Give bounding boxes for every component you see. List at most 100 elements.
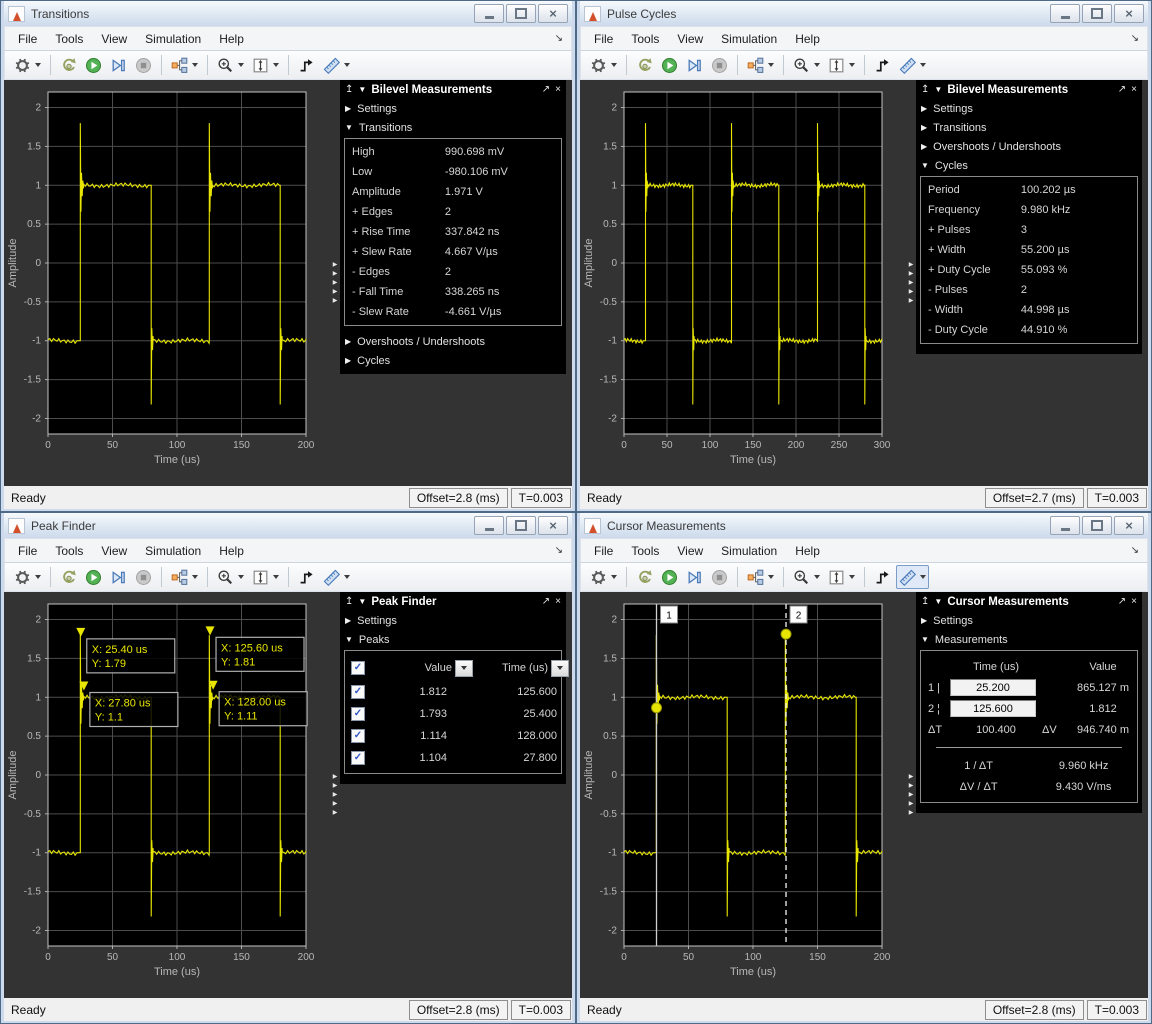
pin-icon[interactable]: ↥ [345, 596, 353, 607]
menu-view[interactable]: View [92, 30, 136, 48]
trigger-button[interactable] [295, 565, 318, 589]
panel-section-overshoots-undershoots[interactable]: ▶Overshoots / Undershoots [340, 332, 566, 351]
panel-splitter[interactable]: ▶▶▶▶▶ [906, 592, 916, 998]
title-bar[interactable]: Peak Finder× [4, 513, 572, 538]
minimize-button[interactable] [474, 4, 504, 23]
menu-help[interactable]: Help [786, 542, 829, 560]
close-button[interactable]: × [538, 4, 568, 23]
measurements-button[interactable] [896, 565, 929, 589]
menu-overflow-icon[interactable]: ↘ [1131, 545, 1143, 556]
panel-section-transitions[interactable]: ▼Transitions [340, 118, 566, 137]
panel-section-transitions[interactable]: ▶Transitions [916, 118, 1142, 137]
menu-view[interactable]: View [668, 30, 712, 48]
menu-view[interactable]: View [92, 542, 136, 560]
step-back-button[interactable] [633, 565, 656, 589]
cursor-time-input[interactable] [950, 679, 1036, 696]
panel-close-icon[interactable]: × [555, 596, 561, 607]
restore-button[interactable] [506, 516, 536, 535]
measurements-button[interactable] [896, 53, 929, 77]
title-bar[interactable]: Transitions× [4, 1, 572, 26]
dropdown-caret-icon[interactable] [344, 575, 350, 579]
step-forward-button[interactable] [107, 53, 130, 77]
dropdown-caret-icon[interactable] [849, 63, 855, 67]
panel-header[interactable]: ↥▼Cursor Measurements↗× [916, 592, 1142, 611]
title-bar[interactable]: Pulse Cycles× [580, 1, 1148, 26]
dropdown-caret-icon[interactable] [35, 63, 41, 67]
menu-simulation[interactable]: Simulation [712, 30, 786, 48]
menu-file[interactable]: File [9, 542, 46, 560]
simulink-button[interactable] [168, 53, 201, 77]
dropdown-caret-icon[interactable] [920, 575, 926, 579]
minimize-button[interactable] [1050, 516, 1080, 535]
menu-tools[interactable]: Tools [46, 30, 92, 48]
dropdown-caret-icon[interactable] [611, 63, 617, 67]
panel-close-icon[interactable]: × [555, 84, 561, 95]
simulink-button[interactable] [168, 565, 201, 589]
pin-icon[interactable]: ↥ [921, 596, 929, 607]
panel-section-settings[interactable]: ▶Settings [340, 611, 566, 630]
zoom-in-button[interactable] [214, 565, 247, 589]
zoom-in-button[interactable] [790, 565, 823, 589]
minimize-button[interactable] [474, 516, 504, 535]
stop-button[interactable] [132, 565, 155, 589]
panel-header[interactable]: ↥▼Bilevel Measurements↗× [916, 80, 1142, 99]
panel-collapse-icon[interactable]: ▼ [934, 597, 942, 606]
peak-checkbox[interactable]: ✓ [351, 751, 365, 765]
close-button[interactable]: × [1114, 516, 1144, 535]
dropdown-caret-icon[interactable] [814, 63, 820, 67]
dropdown-caret-icon[interactable] [768, 575, 774, 579]
panel-header[interactable]: ↥▼Peak Finder↗× [340, 592, 566, 611]
panel-section-settings[interactable]: ▶Settings [916, 99, 1142, 118]
undock-icon[interactable]: ↗ [1118, 596, 1126, 607]
stop-button[interactable] [132, 53, 155, 77]
restore-button[interactable] [1082, 4, 1112, 23]
peak-checkbox[interactable]: ✓ [351, 685, 365, 699]
menu-tools[interactable]: Tools [622, 30, 668, 48]
fit-view-button[interactable] [249, 53, 282, 77]
dropdown-caret-icon[interactable] [238, 575, 244, 579]
settings-button[interactable] [587, 565, 620, 589]
simulink-button[interactable] [744, 53, 777, 77]
undock-icon[interactable]: ↗ [542, 84, 550, 95]
trigger-button[interactable] [295, 53, 318, 77]
close-button[interactable]: × [1114, 4, 1144, 23]
step-back-button[interactable] [633, 53, 656, 77]
dropdown-caret-icon[interactable] [920, 63, 926, 67]
menu-file[interactable]: File [585, 30, 622, 48]
undock-icon[interactable]: ↗ [542, 596, 550, 607]
undock-icon[interactable]: ↗ [1118, 84, 1126, 95]
play-button[interactable] [82, 53, 105, 77]
dropdown-caret-icon[interactable] [611, 575, 617, 579]
cursor-marker-2[interactable] [781, 629, 791, 639]
fit-view-button[interactable] [825, 565, 858, 589]
dropdown-caret-icon[interactable] [814, 575, 820, 579]
zoom-in-button[interactable] [790, 53, 823, 77]
title-bar[interactable]: Cursor Measurements× [580, 513, 1148, 538]
step-back-button[interactable] [57, 53, 80, 77]
fit-view-button[interactable] [249, 565, 282, 589]
panel-splitter[interactable]: ▶▶▶▶▶ [330, 592, 340, 998]
menu-overflow-icon[interactable]: ↘ [555, 33, 567, 44]
panel-splitter[interactable]: ▶▶▶▶▶ [906, 80, 916, 486]
dropdown-caret-icon[interactable] [192, 575, 198, 579]
select-all-checkbox[interactable]: ✓ [351, 661, 365, 675]
step-forward-button[interactable] [107, 565, 130, 589]
panel-section-cycles[interactable]: ▶Cycles [340, 351, 566, 370]
menu-tools[interactable]: Tools [46, 542, 92, 560]
pin-icon[interactable]: ↥ [345, 84, 353, 95]
stop-button[interactable] [708, 53, 731, 77]
step-back-button[interactable] [57, 565, 80, 589]
panel-close-icon[interactable]: × [1131, 596, 1137, 607]
panel-section-peaks[interactable]: ▼Peaks [340, 630, 566, 649]
settings-button[interactable] [11, 565, 44, 589]
peak-checkbox[interactable]: ✓ [351, 729, 365, 743]
panel-section-settings[interactable]: ▶Settings [916, 611, 1142, 630]
menu-simulation[interactable]: Simulation [136, 30, 210, 48]
measurements-button[interactable] [320, 565, 353, 589]
panel-collapse-icon[interactable]: ▼ [358, 85, 366, 94]
step-forward-button[interactable] [683, 565, 706, 589]
dropdown-caret-icon[interactable] [35, 575, 41, 579]
restore-button[interactable] [1082, 516, 1112, 535]
peak-checkbox[interactable]: ✓ [351, 707, 365, 721]
fit-view-button[interactable] [825, 53, 858, 77]
